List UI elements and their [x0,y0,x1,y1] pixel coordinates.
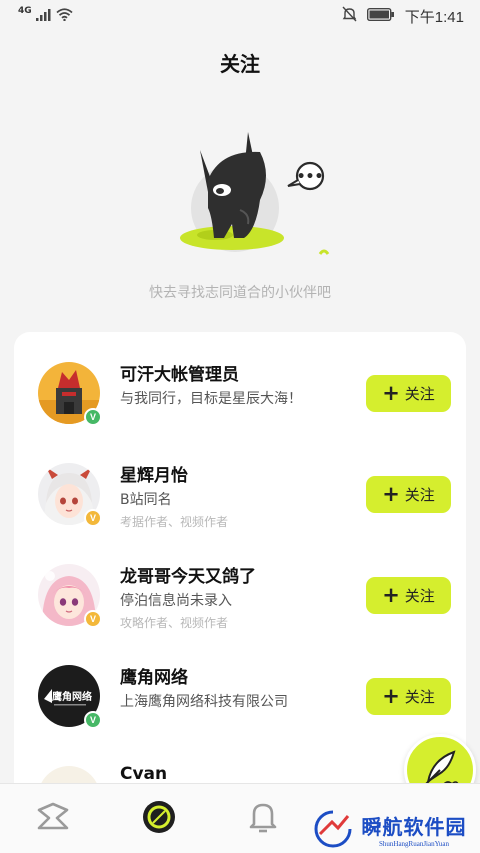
mute-bell-icon [342,6,357,26]
user-row[interactable]: 鹰角网络 V 鹰角网络 上海鹰角网络科技有限公司 + 关注 [14,635,466,735]
user-description: 与我同行，目标是星辰大海！ [120,391,302,407]
user-tags: 攻略作者、视频作者 [120,616,229,630]
verified-badge: V [84,711,102,729]
follow-label: 关注 [404,688,435,706]
page-title: 关注 [220,52,260,76]
hypergryph-logo-text: 鹰角网络 [52,690,92,703]
plus-icon: + [382,684,400,708]
watermark-logo-icon [314,810,352,848]
battery-icon [366,7,395,25]
watermark: 瞬航软件园 ShunHangRuanJianYuan [314,806,480,853]
user-name: Cvan [120,764,168,784]
follow-label: 关注 [404,486,435,504]
user-description: 停泊信息尚未录入 [120,593,232,609]
user-description: B站同名 [120,492,172,508]
empty-state-illustration: ••• [160,120,330,270]
user-description: 上海鹰角网络科技有限公司 [120,694,288,710]
user-row[interactable]: V 可汗大帐管理员 与我同行，目标是星辰大海！ + 关注 [14,332,466,432]
user-name: 可汗大帐管理员 [120,365,239,385]
user-row[interactable]: V 龙哥哥今天又鸽了 停泊信息尚未录入 攻略作者、视频作者 + 关注 [14,534,466,634]
nav-follow[interactable] [134,796,184,842]
speech-bubble-dots: ••• [297,169,324,185]
follow-label: 关注 [404,385,435,403]
user-name: 龙哥哥今天又鸽了 [120,567,256,587]
clock-time: 下午1:41 [404,8,464,26]
empty-state-hint: 快去寻找志同道合的小伙伴吧 [149,285,331,301]
nav-home[interactable] [28,796,78,842]
follow-button[interactable]: + 关注 [366,375,451,412]
watermark-title: 瞬航软件园 [361,815,467,839]
plus-icon: + [382,482,400,506]
status-bar: 4G 下午1:41 [0,0,480,32]
follow-icon [141,799,177,839]
follow-button[interactable]: + 关注 [366,476,451,513]
status-left: 4G [18,6,73,25]
signal-icon [35,7,52,25]
user-name: 星辉月怡 [120,466,188,486]
plus-icon: + [382,381,400,405]
user-row[interactable]: V 星辉月怡 B站同名 考据作者、视频作者 + 关注 [14,433,466,533]
nav-notifications[interactable] [238,796,288,842]
bell-icon [247,800,279,838]
verified-badge: V [84,408,102,426]
follow-button[interactable]: + 关注 [366,577,451,614]
verified-badge: V [84,610,102,628]
plus-icon: + [382,583,400,607]
user-name: 鹰角网络 [120,668,188,688]
verified-badge: V [84,509,102,527]
follow-label: 关注 [404,587,435,605]
recommended-users-card: V 可汗大帐管理员 与我同行，目标是星辰大海！ + 关注 V 星辉月怡 B站同名 [14,332,466,802]
status-right: 下午1:41 [342,6,464,27]
follow-button[interactable]: + 关注 [366,678,451,715]
watermark-subtitle: ShunHangRuanJianYuan [379,840,449,848]
home-icon [35,802,71,836]
network-type: 4G [18,6,32,16]
wifi-icon [56,7,73,25]
user-tags: 考据作者、视频作者 [120,515,229,529]
